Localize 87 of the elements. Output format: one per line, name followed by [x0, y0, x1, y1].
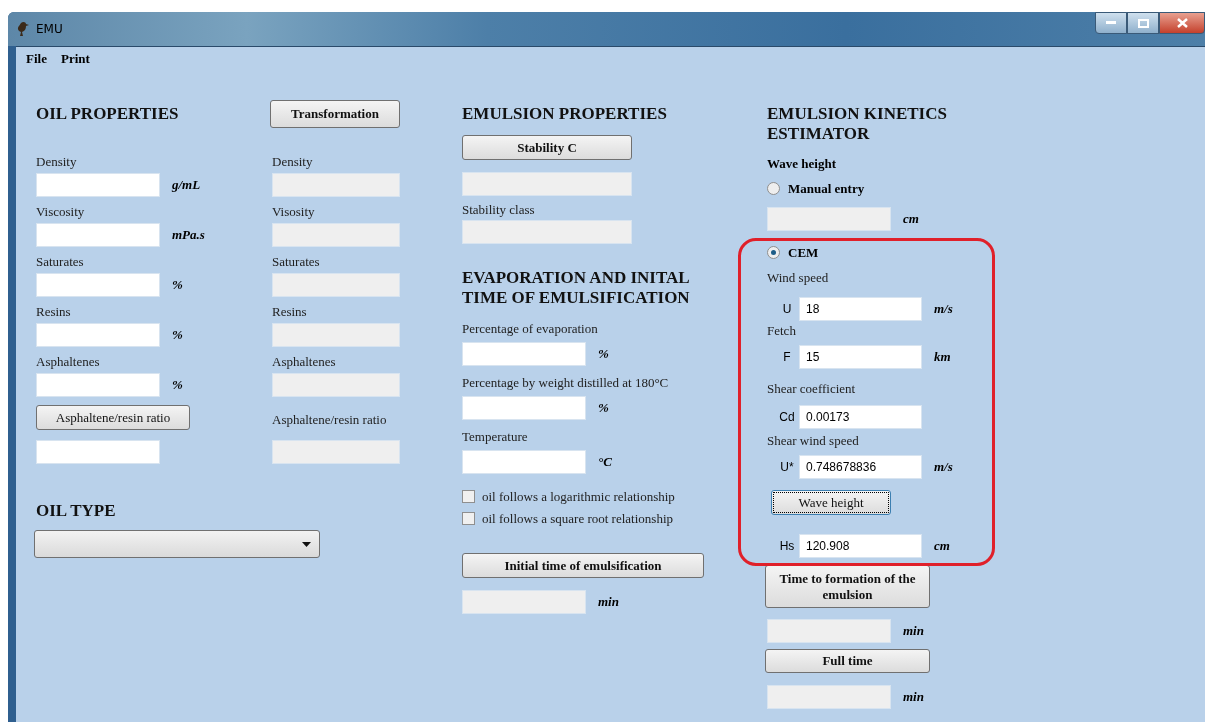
section-heading: OIL TYPE [36, 500, 116, 522]
input-field[interactable]: 15 [799, 345, 922, 369]
minimize-icon [1106, 21, 1116, 25]
unit-label: % [598, 346, 609, 362]
unit-label: % [172, 327, 183, 343]
input-field[interactable]: 120.908 [799, 534, 922, 558]
field-label: Saturates [272, 254, 320, 269]
button[interactable]: Time to formation of the emulsion [765, 565, 930, 608]
checkbox[interactable] [462, 490, 475, 503]
section-heading: EVAPORATION AND INITAL TIME OF EMULSIFICATION [462, 268, 691, 308]
checkbox-label: oil follows a logarithmic relationship [482, 489, 675, 504]
radio-button[interactable] [767, 246, 780, 259]
field-label: Density [272, 154, 313, 169]
field-symbol: Cd [778, 410, 796, 424]
close-icon [1176, 18, 1188, 28]
input-field[interactable] [462, 342, 586, 366]
field-label: Shear wind speed [767, 433, 859, 448]
radio-button[interactable] [767, 182, 780, 195]
radio-label: Manual entry [788, 181, 865, 196]
input-field[interactable] [36, 323, 160, 347]
button[interactable]: Stability C [462, 135, 632, 160]
close-button[interactable] [1159, 12, 1205, 34]
field-symbol: F [782, 350, 792, 364]
input-field[interactable]: 0.748678836 [799, 455, 922, 479]
field-label: Asphaltenes [272, 354, 336, 369]
button[interactable]: Full time [765, 649, 930, 673]
unit-label: cm [903, 211, 919, 227]
checkbox-label: oil follows a square root relationship [482, 511, 673, 526]
button[interactable]: Asphaltene/resin ratio [36, 405, 190, 430]
input-field[interactable] [36, 373, 160, 397]
unit-label: g/mL [172, 177, 201, 193]
field-symbol: U [781, 302, 793, 316]
unit-label: m/s [934, 459, 953, 475]
input-field[interactable]: 18 [799, 297, 922, 321]
unit-label: min [598, 594, 619, 610]
field-label: Temperature [462, 429, 528, 444]
section-heading: OIL PROPERTIES [36, 103, 179, 125]
button[interactable]: Transformation [270, 100, 400, 128]
unit-label: % [172, 377, 183, 393]
field-label: Visosity [272, 204, 315, 219]
input-field[interactable] [462, 450, 586, 474]
field-label: Percentage of evaporation [462, 321, 598, 336]
field-label: Wind speed [767, 270, 829, 285]
unit-label: % [172, 277, 183, 293]
field-label: Asphaltene/resin ratio [272, 412, 387, 427]
input-field[interactable]: 0.00173 [799, 405, 922, 429]
unit-label: °C [598, 454, 612, 470]
field-label: Density [36, 154, 77, 169]
field-label: Resins [272, 304, 307, 319]
oil-type-dropdown[interactable] [34, 530, 320, 558]
unit-label: mPa.s [172, 227, 205, 243]
unit-label: m/s [934, 301, 953, 317]
field-label: Asphaltenes [36, 354, 100, 369]
maximize-icon [1137, 18, 1149, 28]
maximize-button[interactable] [1127, 12, 1159, 34]
field-label: Resins [36, 304, 71, 319]
window-title: EMU [36, 22, 63, 36]
radio-label: CEM [788, 245, 819, 260]
dropdown-arrow-icon [302, 541, 311, 547]
menu-item[interactable]: Print [60, 51, 90, 71]
field-label: Fetch [767, 323, 796, 338]
section-heading: EMULSION PROPERTIES [462, 103, 667, 125]
input-field[interactable] [462, 396, 586, 420]
field-label: Viscosity [36, 204, 85, 219]
minimize-button[interactable] [1095, 12, 1127, 34]
field-label: Shear coefficient [767, 381, 856, 396]
unit-label: km [934, 349, 951, 365]
section-heading: EMULSION KINETICS ESTIMATOR [767, 104, 948, 144]
button[interactable]: Initial time of emulsification [462, 553, 704, 578]
button[interactable]: Wave height [771, 490, 891, 515]
unit-label: min [903, 689, 924, 705]
field-symbol: U* [779, 460, 795, 474]
unit-label: cm [934, 538, 950, 554]
input-field[interactable] [36, 223, 160, 247]
bird-icon [16, 21, 30, 37]
unit-label: % [598, 400, 609, 416]
field-label: Stability class [462, 202, 535, 217]
field-label: Saturates [36, 254, 84, 269]
field-label: Percentage by weight distilled at 180°C [462, 375, 669, 390]
input-field[interactable] [36, 173, 160, 197]
field-symbol: Hs [778, 539, 796, 553]
menu-item[interactable]: File [26, 51, 47, 71]
input-field[interactable] [36, 440, 160, 464]
input-field[interactable] [36, 273, 160, 297]
section-label: Wave height [767, 156, 836, 171]
unit-label: min [903, 623, 924, 639]
checkbox[interactable] [462, 512, 475, 525]
